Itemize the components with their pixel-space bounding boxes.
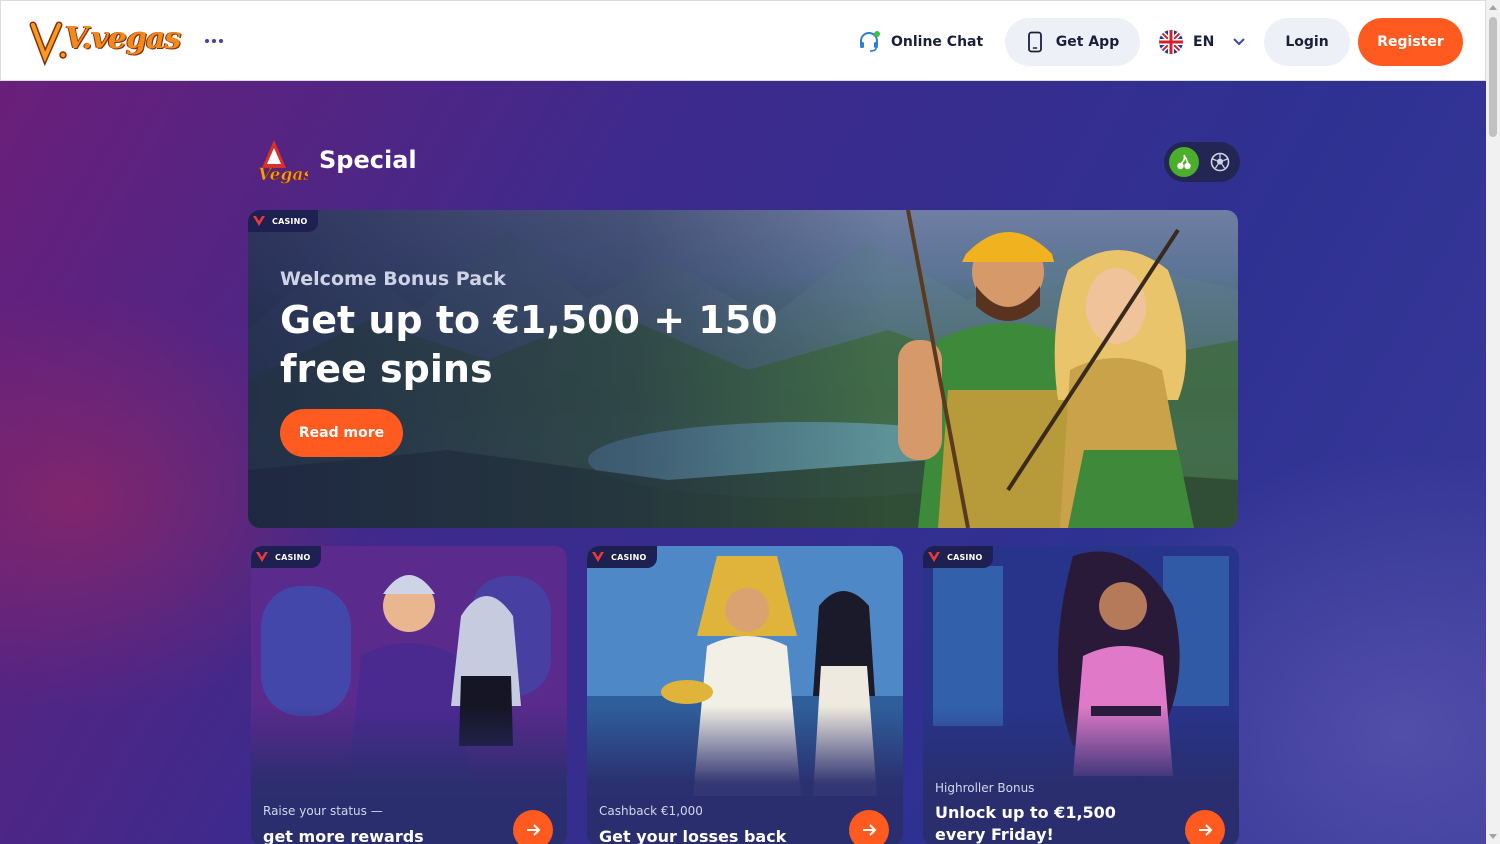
arrow-right-icon [1199,824,1213,836]
casino-badge: CASINO [923,546,993,568]
card-subtitle: Raise your status — [263,804,383,818]
dot-icon [212,39,216,43]
card-title: Unlock up to €1,500 every Friday! [935,803,1116,844]
language-selector[interactable]: EN [1159,25,1246,59]
v-brand-icon [928,552,940,562]
banner-title: Get up to €1,500 + 150 free spins [280,298,778,391]
scroll-up-arrow-icon[interactable] [1489,5,1497,10]
card-arrow-button[interactable] [513,810,553,844]
scrollbar-thumb[interactable] [1489,17,1497,137]
badge-label: CASINO [947,552,983,562]
arrow-right-icon [527,824,541,836]
badge-label: CASINO [275,552,311,562]
v-brand-icon [592,552,604,562]
cherry-icon [1177,154,1191,170]
page-scrollbar[interactable] [1486,0,1500,844]
register-button[interactable]: Register [1358,18,1463,66]
card-subtitle: Highroller Bonus [935,781,1035,795]
card-subtitle: Cashback €1,000 [599,804,703,818]
login-button[interactable]: Login [1264,18,1350,66]
sports-toggle-option[interactable] [1205,147,1235,177]
chevron-down-icon [1233,38,1245,46]
vegas-special-logo: Vegas [252,134,314,188]
soccer-ball-icon [1210,152,1230,172]
card-arrow-button[interactable] [849,810,889,844]
card-title: Get your losses back [599,827,787,844]
banner-subtitle: Welcome Bonus Pack [280,268,506,290]
promo-card-highroller[interactable]: CASINO Highroller Bonus Unlock up to €1,… [923,546,1239,844]
dot-icon [219,39,223,43]
site-logo[interactable]: V.vegas [25,13,181,69]
get-app-label: Get App [1055,34,1120,50]
more-menu-button[interactable] [201,31,227,51]
casino-badge: CASINO [248,210,318,232]
online-chat-label: Online Chat [891,34,984,50]
get-app-button[interactable]: Get App [1005,18,1140,66]
card-title: get more rewards [263,827,424,844]
uk-flag-icon [1159,30,1183,54]
casino-toggle-option[interactable] [1169,147,1199,177]
badge-label: CASINO [611,552,647,562]
top-header: V.vegas Online Chat Get App EN Login Reg… [0,0,1486,81]
phone-icon [1027,31,1042,53]
card-arrow-button[interactable] [1185,810,1225,844]
v-brand-icon [253,216,265,226]
badge-label: CASINO [272,216,308,226]
dot-icon [205,39,209,43]
casino-badge: CASINO [587,546,657,568]
language-code: EN [1193,34,1215,50]
arrow-right-icon [863,824,877,836]
promo-card-status-rewards[interactable]: CASINO Raise your status — get more rewa… [251,546,567,844]
read-more-button[interactable]: Read more [280,409,403,457]
v-brand-icon [256,552,268,562]
promo-card-cashback[interactable]: CASINO Cashback €1,000 Get your losses b… [587,546,903,844]
logo-wordmark: V.vegas [65,21,181,56]
casino-badge: CASINO [251,546,321,568]
svg-text:Vegas: Vegas [258,165,308,185]
welcome-bonus-banner[interactable]: CASINO Welcome Bonus Pack Get up to €1,5… [248,210,1238,528]
online-chat-link[interactable]: Online Chat [857,25,983,59]
headset-icon [860,31,880,52]
scroll-down-arrow-icon[interactable] [1489,834,1497,839]
category-toggle [1164,142,1240,182]
section-title: Special [319,146,417,174]
